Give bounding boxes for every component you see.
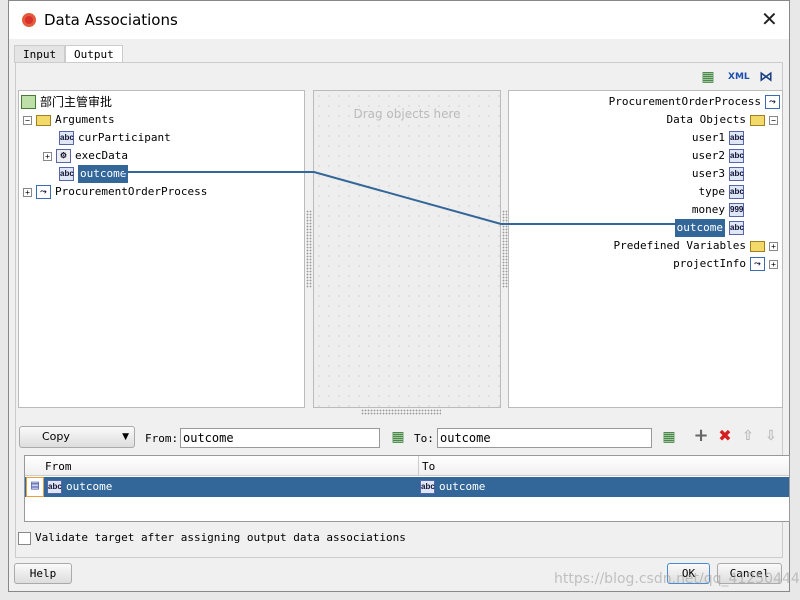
mode-dropdown[interactable]: Copy ▼ [19, 426, 135, 448]
from-expression-icon[interactable]: ▦ [390, 429, 406, 445]
tab-input[interactable]: Input [14, 45, 66, 63]
cell-value: outcome [439, 480, 486, 493]
association-line [124, 171, 681, 225]
association-link [124, 171, 681, 225]
table-row[interactable]: abc outcome abc outcome [25, 477, 789, 497]
chevron-down-icon: ▼ [122, 432, 129, 442]
from-input[interactable]: outcome [180, 428, 380, 448]
output-tab-content: ▦ XML ⋈ 部门主管审批 − Arguments abc curParticip… [15, 62, 790, 558]
cell-value: outcome [66, 480, 113, 493]
to-expression-icon[interactable]: ▦ [661, 429, 677, 445]
mode-value: Copy [42, 430, 70, 443]
column-header-to[interactable]: To [418, 456, 438, 476]
row-to-cell: abc outcome [420, 478, 485, 496]
validate-label: Validate target after assigning output d… [35, 531, 406, 544]
move-down-icon[interactable]: ⇩ [763, 428, 779, 444]
validate-checkbox[interactable] [18, 531, 31, 545]
to-label: To: [414, 432, 434, 445]
validate-checkbox-row[interactable]: Validate target after assigning output d… [18, 529, 406, 547]
associations-table: From To abc outcome abc outcome ▤ [24, 455, 790, 522]
app-logo-icon [22, 13, 36, 27]
data-associations-dialog: Data Associations ✕ Input Output ▦ XML ⋈… [8, 0, 800, 592]
add-icon[interactable]: + [693, 427, 709, 445]
help-button[interactable]: Help [14, 563, 72, 584]
delete-icon[interactable]: ✖ [717, 428, 733, 444]
to-input[interactable]: outcome [437, 428, 652, 448]
copy-icon: ▤ [26, 477, 44, 497]
dialog-title: Data Associations [44, 11, 178, 29]
string-type-icon: abc [47, 480, 62, 494]
from-label: From: [145, 432, 179, 445]
table-header: From To [25, 456, 789, 476]
row-from-cell: abc outcome [47, 478, 112, 496]
watermark: https://blog.csdn.net/qq_41250444 [554, 571, 800, 587]
string-type-icon: abc [420, 480, 435, 494]
title-bar: Data Associations ✕ [9, 1, 789, 39]
close-icon[interactable]: ✕ [761, 7, 778, 31]
move-up-icon[interactable]: ⇧ [740, 428, 756, 444]
